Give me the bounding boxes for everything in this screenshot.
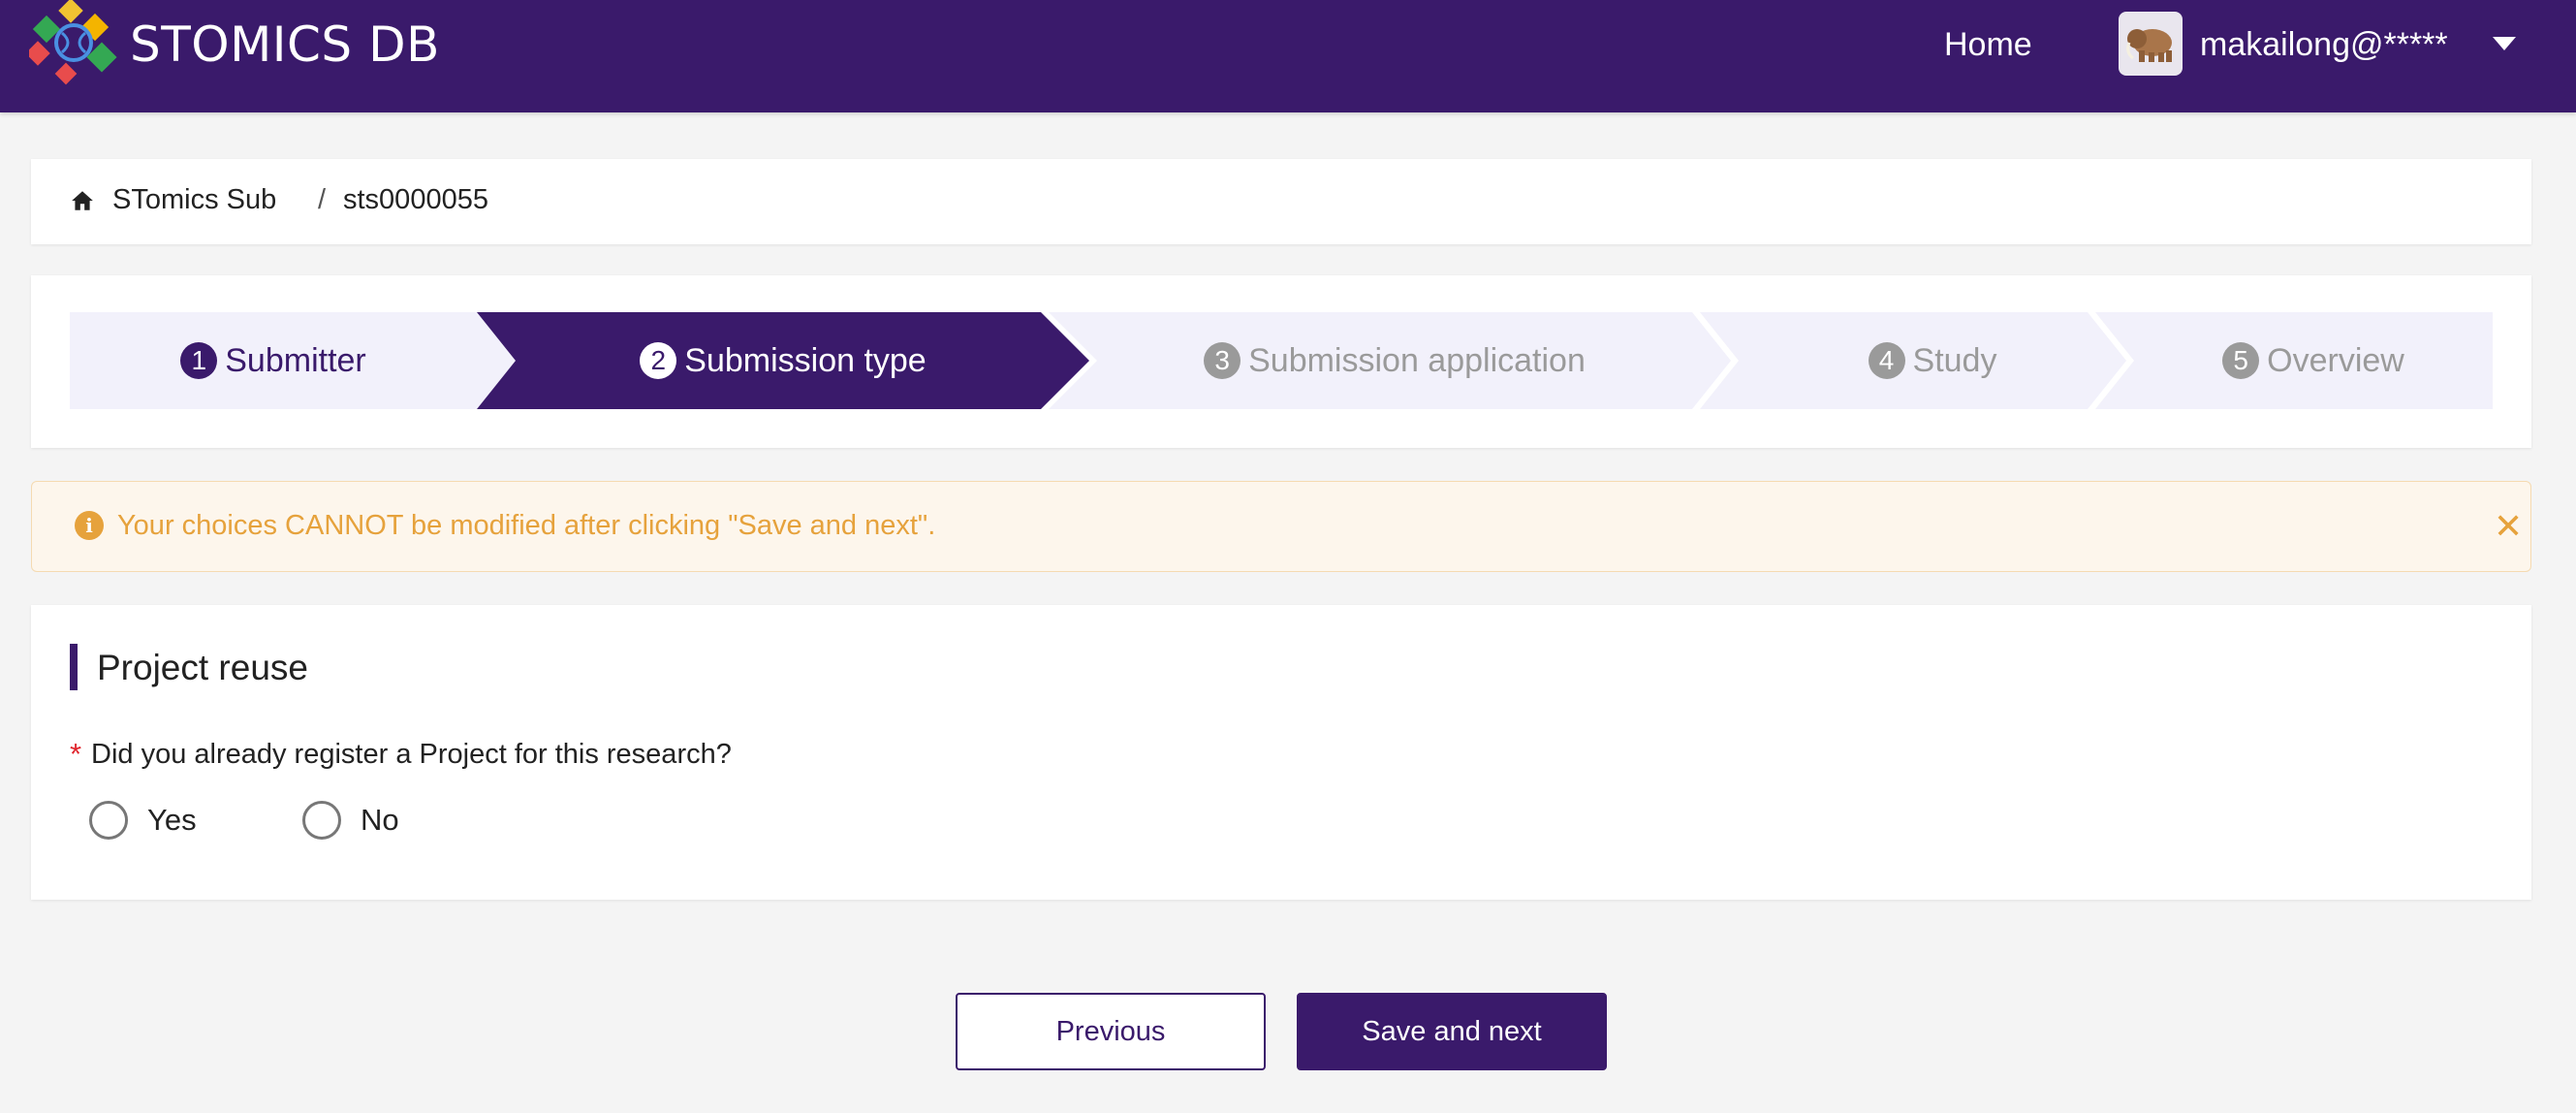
info-icon: i: [75, 511, 104, 540]
close-icon[interactable]: ✕: [2494, 507, 2523, 546]
brand-name[interactable]: STOMICS DB: [130, 14, 440, 76]
radio-yes[interactable]: Yes: [89, 801, 197, 840]
save-and-next-button[interactable]: Save and next: [1297, 993, 1607, 1070]
step-submitter[interactable]: 1 Submitter: [70, 312, 477, 409]
step-label: Study: [1912, 341, 1997, 379]
step-number-badge: 4: [1868, 342, 1905, 379]
top-navbar: STOMICS DB Home makailong@*****: [0, 0, 2576, 112]
mammoth-avatar-icon: [2126, 29, 2172, 62]
breadcrumb-item-stomics-sub[interactable]: STomics Sub: [112, 180, 276, 219]
section-title: Project reuse: [97, 648, 308, 687]
radio-circle[interactable]: [302, 801, 341, 840]
step-label: Submission type: [684, 341, 927, 379]
breadcrumb-separator: /: [318, 184, 327, 215]
required-mark: *: [70, 737, 82, 771]
radio-circle[interactable]: [89, 801, 128, 840]
step-submission-application[interactable]: 3 Submission application: [1097, 312, 1692, 409]
section-accent-bar: [70, 644, 78, 690]
step-label: Submission application: [1248, 341, 1586, 379]
previous-button[interactable]: Previous: [956, 993, 1266, 1070]
home-icon[interactable]: [70, 188, 95, 213]
step-overview[interactable]: 5 Overview: [2134, 312, 2493, 409]
step-number-badge: 2: [640, 342, 677, 379]
step-label: Submitter: [225, 341, 366, 379]
user-name-menu[interactable]: makailong@*****: [2200, 23, 2448, 66]
caret-down-icon[interactable]: [2493, 37, 2516, 50]
question-label: Did you already register a Project for t…: [91, 739, 732, 770]
radio-label[interactable]: No: [361, 801, 399, 840]
warning-alert: i Your choices CANNOT be modified after …: [31, 481, 2531, 572]
breadcrumb-item-current: sts0000055: [343, 184, 488, 215]
nav-home-link[interactable]: Home: [1944, 23, 2032, 66]
steps-progress: 1 Submitter 2 Submission type 3 Submissi…: [31, 275, 2531, 448]
step-label: Overview: [2267, 341, 2404, 379]
alert-message: Your choices CANNOT be modified after cl…: [117, 510, 936, 541]
step-number-badge: 3: [1204, 342, 1241, 379]
step-number-badge: 5: [2222, 342, 2260, 379]
user-avatar[interactable]: [2119, 12, 2183, 76]
radio-no[interactable]: No: [302, 801, 399, 840]
breadcrumb: STomics Sub / sts0000055: [31, 159, 2531, 244]
step-number-badge: 1: [180, 342, 218, 379]
project-reuse-section: Project reuse * Did you already register…: [31, 605, 2531, 900]
step-study[interactable]: 4 Study: [1739, 312, 2126, 409]
stomics-logo-icon[interactable]: [29, 0, 122, 89]
step-submission-type[interactable]: 2 Submission type: [516, 312, 1051, 409]
radio-label[interactable]: Yes: [147, 801, 197, 840]
